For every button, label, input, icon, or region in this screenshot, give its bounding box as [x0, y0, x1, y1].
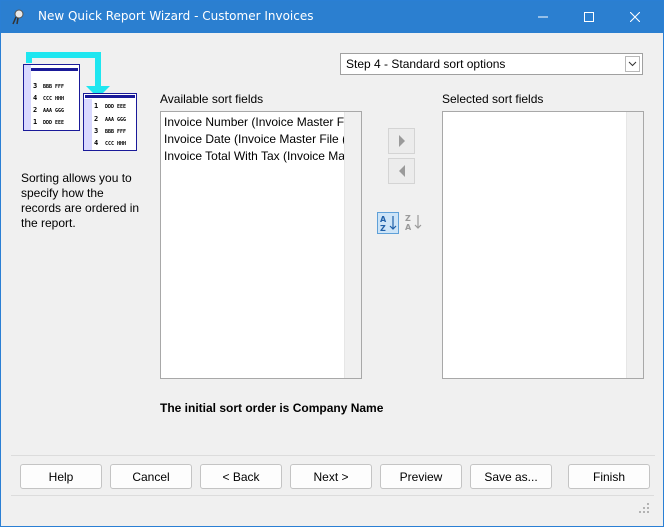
close-button[interactable]	[612, 1, 658, 32]
status-bar	[11, 495, 654, 517]
front-row-2-num: 2	[94, 115, 98, 123]
sort-ascending-button[interactable]: A Z	[377, 212, 399, 234]
finish-button-label: Finish	[592, 469, 625, 484]
preview-button-label: Preview	[399, 469, 443, 484]
remove-field-button[interactable]	[388, 158, 415, 184]
help-text: Sorting allows you to specify how the re…	[21, 171, 140, 230]
selected-list-scrollbar[interactable]	[626, 112, 643, 378]
cancel-button-label: Cancel	[132, 469, 170, 484]
svg-text:Z: Z	[405, 214, 411, 223]
available-list-scrollbar[interactable]	[344, 112, 361, 378]
arrow-left-icon	[398, 165, 405, 177]
front-row-4-text: CCC HHH	[105, 141, 126, 147]
preview-button[interactable]: Preview	[380, 464, 462, 489]
selected-fields-list[interactable]	[442, 111, 644, 379]
list-item[interactable]: Invoice Total With Tax (Invoice Ma	[164, 148, 345, 165]
back-row-4-num: 1	[33, 118, 37, 126]
title-bar: New Quick Report Wizard - Customer Invoi…	[1, 1, 663, 33]
minimize-button[interactable]	[520, 1, 566, 32]
back-row-1-num: 3	[33, 82, 37, 90]
wizard-window: New Quick Report Wizard - Customer Invoi…	[0, 0, 664, 527]
next-button-label: Next >	[313, 469, 349, 484]
arrow-right-icon	[398, 135, 405, 147]
available-fields-label: Available sort fields	[160, 92, 264, 106]
maximize-icon	[584, 11, 594, 22]
front-row-3-text: BBB FFF	[105, 129, 126, 135]
help-button[interactable]: Help	[20, 464, 102, 489]
list-item[interactable]: Invoice Number (Invoice Master F	[164, 114, 344, 131]
front-row-1-num: 1	[94, 102, 98, 110]
back-button-label: < Back	[222, 469, 260, 484]
window-title: New Quick Report Wizard - Customer Invoi…	[38, 9, 314, 23]
resize-grip-icon[interactable]	[638, 502, 650, 514]
available-fields-list[interactable]: Invoice Number (Invoice Master F Invoice…	[160, 111, 362, 379]
svg-text:Z: Z	[380, 224, 386, 233]
minimize-icon	[538, 16, 548, 17]
save-as-button-label: Save as...	[484, 469, 538, 484]
next-button[interactable]: Next >	[290, 464, 372, 489]
close-icon	[630, 11, 640, 22]
chevron-down-icon	[628, 61, 637, 67]
svg-text:A: A	[380, 215, 387, 224]
save-as-button[interactable]: Save as...	[470, 464, 552, 489]
sort-order-note: The initial sort order is Company Name	[160, 401, 384, 415]
add-field-button[interactable]	[388, 128, 415, 154]
sort-descending-button[interactable]: Z A	[403, 212, 425, 234]
step-select[interactable]: Step 4 - Standard sort options	[340, 53, 643, 75]
list-item[interactable]: Invoice Date (Invoice Master File (	[164, 131, 346, 148]
front-row-3-num: 3	[94, 127, 98, 135]
svg-text:A: A	[405, 223, 412, 232]
back-row-1-text: BBB FFF	[43, 84, 64, 90]
front-row-2-text: AAA GGG	[105, 117, 126, 123]
front-row-4-num: 4	[94, 139, 98, 147]
back-row-2-text: CCC HHH	[43, 96, 64, 102]
help-button-label: Help	[48, 469, 74, 484]
step-select-value: Step 4 - Standard sort options	[346, 57, 506, 71]
sort-illustration: 3 BBB FFF 4 CCC HHH 2 AAA GGG 1 DDD EEE …	[23, 52, 137, 151]
back-row-3-num: 2	[33, 106, 37, 114]
finish-button[interactable]: Finish	[568, 464, 650, 489]
maximize-button[interactable]	[566, 1, 612, 32]
back-button[interactable]: < Back	[200, 464, 282, 489]
step-select-dropdown-button[interactable]	[625, 56, 640, 72]
app-icon	[12, 9, 24, 25]
cancel-button[interactable]: Cancel	[110, 464, 192, 489]
back-row-2-num: 4	[33, 94, 37, 102]
sort-ascending-icon: A Z	[380, 215, 397, 233]
front-row-1-text: DDD EEE	[105, 104, 126, 110]
selected-fields-label: Selected sort fields	[442, 92, 544, 106]
back-row-3-text: AAA GGG	[43, 108, 64, 114]
sort-descending-icon: Z A	[405, 214, 422, 232]
back-row-4-text: DDD EEE	[43, 120, 64, 126]
divider	[11, 455, 655, 456]
